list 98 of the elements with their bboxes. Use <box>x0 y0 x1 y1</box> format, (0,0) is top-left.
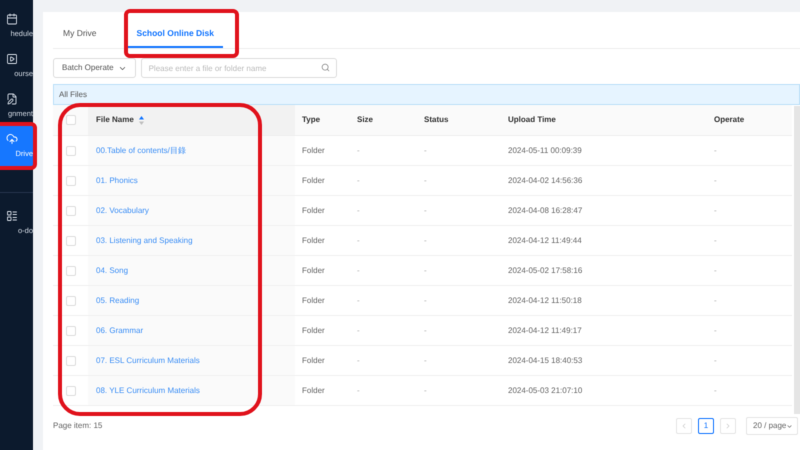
page-button[interactable]: 1 <box>698 418 714 434</box>
cloud-upload-icon <box>6 132 18 145</box>
row-checkbox[interactable] <box>66 326 76 336</box>
table-cell: Folder <box>302 146 325 154</box>
row-checkbox[interactable] <box>66 356 76 366</box>
search-icon <box>320 63 330 72</box>
table-cell: - <box>714 236 717 244</box>
table-row[interactable]: 07. ESL Curriculum Materials Folder - - 2024-04-15 18:40:53 - <box>53 346 792 376</box>
page-item-count: Page item: 15 <box>53 420 104 432</box>
table-cell: - <box>424 296 427 304</box>
table-cell: - <box>714 266 717 274</box>
row-checkbox[interactable] <box>66 146 76 156</box>
table-cell: 2024-05-11 00:09:39 <box>508 146 582 154</box>
table-cell: 2024-04-08 16:28:47 <box>508 206 582 214</box>
table-cell: 2024-04-12 11:50:18 <box>508 296 582 304</box>
column-header: Operate <box>714 114 744 126</box>
row-checkbox[interactable] <box>66 296 76 306</box>
table-cell: - <box>424 386 427 394</box>
table-cell: Folder <box>302 236 325 244</box>
list-icon <box>6 210 18 222</box>
file-name-link[interactable]: 04. Song <box>96 264 128 276</box>
scrollbar[interactable] <box>794 106 800 414</box>
table-cell: 2024-04-12 11:49:17 <box>508 326 582 334</box>
table-row[interactable]: 01. Phonics Folder - - 2024-04-02 14:56:36 - <box>53 166 792 196</box>
edit-icon <box>6 92 18 105</box>
table-row[interactable]: 00.Table of contents/目錄 Folder - - 2024-05-11 00:09:39 - <box>53 136 792 166</box>
table-cell: - <box>357 296 360 304</box>
previous-page-button[interactable] <box>676 418 692 434</box>
file-name-link[interactable]: 03. Listening and Speaking <box>96 234 193 246</box>
batch-operate-button[interactable]: Batch Operate <box>53 58 136 78</box>
table-cell: Folder <box>302 356 325 364</box>
row-checkbox[interactable] <box>66 386 76 396</box>
table-cell: - <box>714 356 717 364</box>
row-checkbox[interactable] <box>66 206 76 216</box>
table-cell: - <box>424 356 427 364</box>
chevron-right-icon <box>724 422 732 430</box>
column-header: Size <box>357 114 374 126</box>
table-cell: Folder <box>302 326 325 334</box>
table-cell: 2024-04-12 11:49:44 <box>508 236 582 244</box>
table-cell: 2024-04-15 18:40:53 <box>508 356 582 364</box>
file-name-link[interactable]: 00.Table of contents/目錄 <box>96 144 186 156</box>
column-header[interactable]: File Name <box>96 114 134 126</box>
chevron-left-icon <box>680 422 688 430</box>
video-icon <box>6 52 18 65</box>
row-checkbox[interactable] <box>66 176 76 186</box>
table-cell: - <box>424 236 427 244</box>
table-cell: - <box>357 356 360 364</box>
breadcrumb[interactable]: All Files <box>59 88 88 100</box>
column-header: Type <box>302 114 320 126</box>
table-cell: - <box>714 386 717 394</box>
table-cell: 2024-05-02 17:58:16 <box>508 266 582 274</box>
table-cell: - <box>357 326 360 334</box>
table-cell: - <box>714 206 717 214</box>
table-cell: 2024-05-03 21:07:10 <box>508 386 582 394</box>
table-cell: Folder <box>302 266 325 274</box>
search-field[interactable]: Please enter a file or folder name <box>140 58 337 78</box>
row-checkbox[interactable] <box>66 266 76 276</box>
table-row[interactable]: 02. Vocabulary Folder - - 2024-04-08 16:28:47 - <box>53 196 792 226</box>
calendar-icon <box>6 12 18 25</box>
table-cell: - <box>714 296 717 304</box>
table-cell: - <box>424 206 427 214</box>
tab[interactable]: School Online Disk <box>128 20 223 48</box>
table-cell: - <box>424 266 427 274</box>
table-cell: Folder <box>302 386 325 394</box>
table-cell: - <box>357 146 360 154</box>
file-name-link[interactable]: 02. Vocabulary <box>96 204 149 216</box>
table-cell: Folder <box>302 296 325 304</box>
table-cell: - <box>357 236 360 244</box>
table-cell: 2024-04-02 14:56:36 <box>508 176 582 184</box>
row-checkbox[interactable] <box>66 236 76 246</box>
table-cell: - <box>357 386 360 394</box>
table-cell: Folder <box>302 176 325 184</box>
file-name-link[interactable]: 01. Phonics <box>96 174 138 186</box>
column-header: Status <box>424 114 448 126</box>
table-cell: - <box>714 326 717 334</box>
table-row[interactable]: 08. YLE Curriculum Materials Folder - - 2024-05-03 21:07:10 - <box>53 376 792 406</box>
table-cell: Folder <box>302 206 325 214</box>
column-header: Upload Time <box>508 114 556 126</box>
tab[interactable]: My Drive <box>54 20 106 48</box>
file-name-link[interactable]: 05. Reading <box>96 294 140 306</box>
table-cell: - <box>424 176 427 184</box>
table-row[interactable]: 03. Listening and Speaking Folder - - 2024-04-12 11:49:44 - <box>53 226 792 256</box>
table-cell: - <box>424 326 427 334</box>
page-size-select[interactable]: 20 / page <box>746 417 798 435</box>
table-cell: - <box>714 146 717 154</box>
table-cell: - <box>714 176 717 184</box>
table-cell: - <box>357 266 360 274</box>
chevron-down-icon <box>786 422 794 430</box>
select-all-checkbox[interactable] <box>66 115 76 125</box>
table-row[interactable]: 04. Song Folder - - 2024-05-02 17:58:16 - <box>53 256 792 286</box>
table-cell: - <box>424 146 427 154</box>
file-name-link[interactable]: 06. Grammar <box>96 324 144 336</box>
table-row[interactable]: 06. Grammar Folder - - 2024-04-12 11:49:17 - <box>53 316 792 346</box>
table-cell: - <box>357 176 360 184</box>
sort-icon[interactable] <box>138 116 144 124</box>
table-cell: - <box>357 206 360 214</box>
table-row[interactable]: 05. Reading Folder - - 2024-04-12 11:50:18 - <box>53 286 792 316</box>
next-page-button[interactable] <box>720 418 736 434</box>
